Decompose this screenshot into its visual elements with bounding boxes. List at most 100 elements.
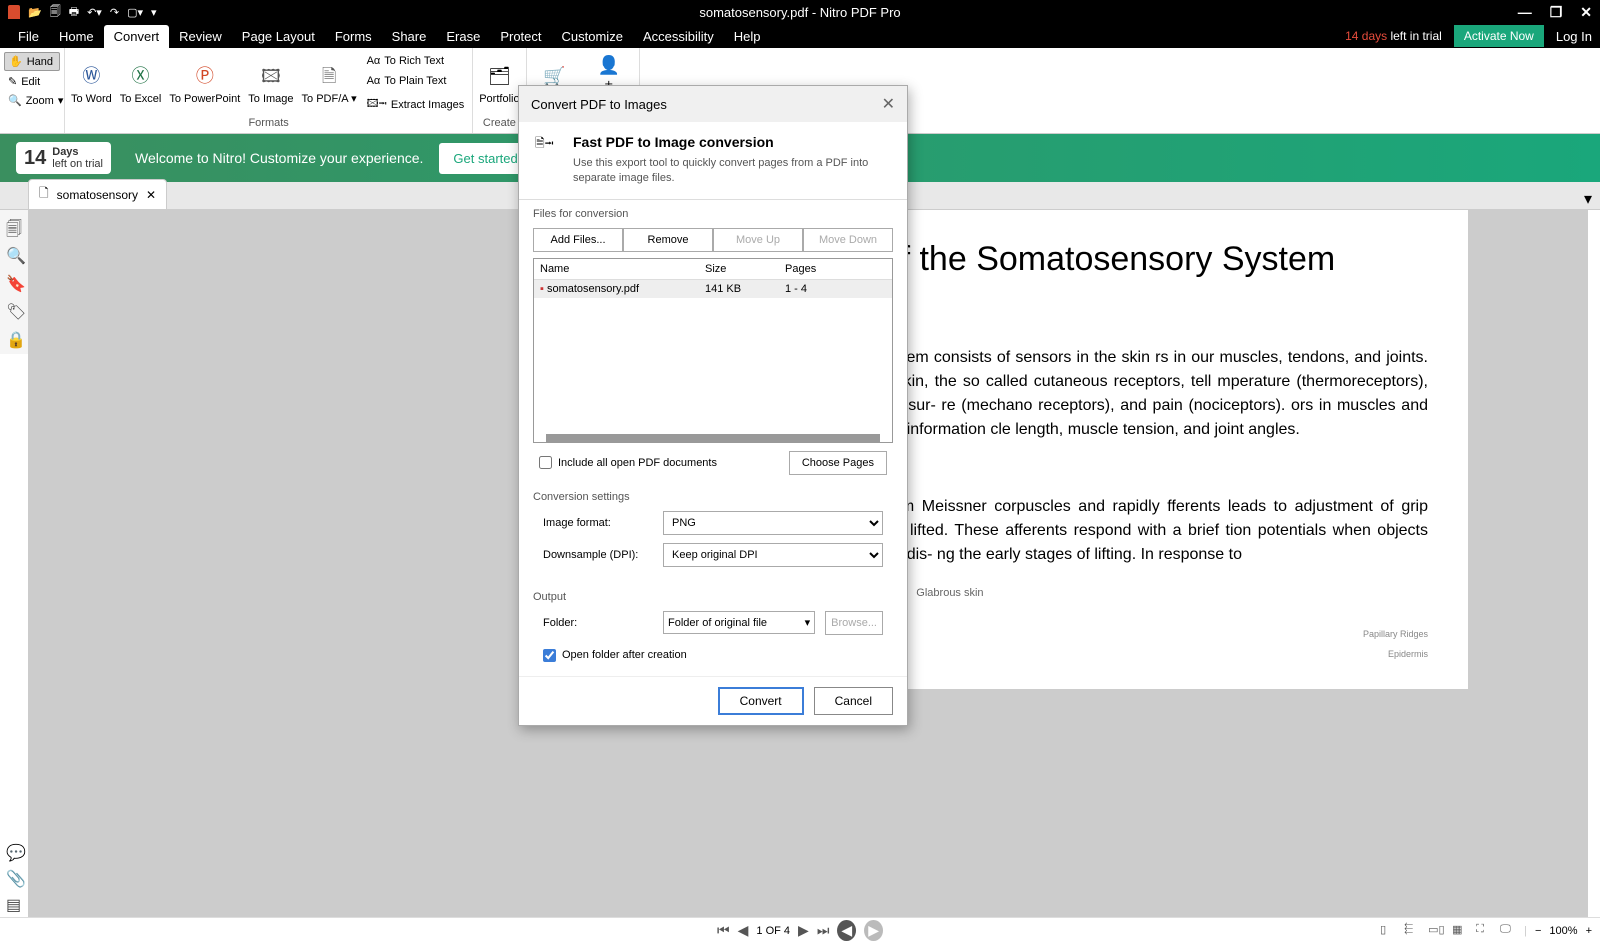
page-indicator[interactable]: 1 OF 4	[756, 925, 790, 937]
tags-panel-icon[interactable]: 🏷	[6, 302, 22, 318]
dpi-label: Downsample (DPI):	[543, 549, 653, 561]
document-icon: 🗋	[39, 184, 49, 205]
prev-page-icon[interactable]: ◀	[738, 922, 749, 939]
add-files-button[interactable]: Add Files...	[533, 228, 623, 252]
menu-protect[interactable]: Protect	[490, 25, 551, 48]
activate-now-button[interactable]: Activate Now	[1454, 25, 1544, 47]
zoom-tool[interactable]: 🔍Zoom▾	[4, 92, 60, 109]
folder-combo[interactable]: Folder of original file▾	[663, 611, 815, 634]
column-pages[interactable]: Pages	[779, 259, 892, 279]
close-icon[interactable]: ✕	[1580, 4, 1592, 21]
file-list[interactable]: Name Size Pages ▪ somatosensory.pdf 141 …	[533, 258, 893, 443]
file-row[interactable]: ▪ somatosensory.pdf 141 KB 1 - 4	[534, 280, 892, 298]
ribbon-group-label: Create	[483, 117, 516, 129]
quick-access-toolbar: 📂 🗐 🖶 ↶▾ ↷ ▢▾ ▾	[8, 3, 157, 22]
menu-erase[interactable]: Erase	[436, 25, 490, 48]
menu-convert[interactable]: Convert	[104, 25, 170, 48]
document-tab[interactable]: 🗋 somatosensory ✕	[28, 179, 167, 209]
restore-icon[interactable]: ❐	[1550, 4, 1563, 21]
to-image-button[interactable]: 🖾 To Image	[248, 63, 293, 106]
dialog-close-icon[interactable]: ✕	[882, 94, 895, 114]
tabstrip-dropdown-icon[interactable]: ▾	[1576, 189, 1600, 209]
browse-button[interactable]: Browse...	[825, 611, 883, 635]
layers-panel-icon[interactable]: ▤	[6, 895, 22, 911]
dpi-select[interactable]: Keep original DPI	[663, 543, 883, 567]
menu-accessibility[interactable]: Accessibility	[633, 25, 724, 48]
output-section: Output Folder: Folder of original file▾ …	[519, 583, 907, 676]
undo-icon[interactable]: ↶▾	[87, 6, 102, 19]
qat-dropdown-icon[interactable]: ▢▾	[127, 6, 143, 19]
attachments-panel-icon[interactable]: 📎	[6, 869, 22, 885]
zoom-in-button[interactable]: +	[1586, 925, 1592, 937]
column-name[interactable]: Name	[534, 259, 699, 279]
menu-forms[interactable]: Forms	[325, 25, 382, 48]
fullscreen-icon[interactable]: ⛶	[1476, 923, 1492, 939]
qat-overflow-icon[interactable]: ▾	[151, 6, 157, 19]
choose-pages-button[interactable]: Choose Pages	[789, 451, 887, 475]
menu-help[interactable]: Help	[724, 25, 771, 48]
image-format-select[interactable]: PNG	[663, 511, 883, 535]
to-rich-text-button[interactable]: AαTo Rich Text	[365, 53, 467, 69]
search-panel-icon[interactable]: 🔍	[6, 246, 22, 262]
dialog-titlebar: Convert PDF to Images ✕	[519, 86, 907, 122]
back-nav-icon[interactable]: ◀	[837, 920, 856, 941]
last-page-icon[interactable]: ⏭	[817, 922, 830, 939]
menu-customize[interactable]: Customize	[552, 25, 633, 48]
portfolio-button[interactable]: 🗂 Portfolio	[479, 63, 519, 106]
chevron-down-icon: ▾	[805, 616, 811, 629]
to-plain-text-button[interactable]: AαTo Plain Text	[365, 73, 467, 89]
print-icon[interactable]: 🖶	[69, 3, 79, 22]
convert-button[interactable]: Convert	[718, 687, 804, 715]
comments-panel-icon[interactable]: 💬	[6, 843, 22, 859]
zoom-out-button[interactable]: −	[1535, 925, 1541, 937]
menu-file[interactable]: File	[8, 25, 49, 48]
pages-panel-icon[interactable]: 🗐	[6, 218, 22, 234]
forward-nav-icon[interactable]: ▶	[864, 920, 883, 941]
section-label: Output	[533, 591, 893, 603]
save-icon[interactable]: 🗐	[50, 3, 61, 22]
zoom-level[interactable]: 100%	[1549, 925, 1577, 937]
to-word-button[interactable]: Ⓦ To Word	[71, 63, 112, 106]
hand-tool[interactable]: ✋Hand	[4, 52, 60, 71]
facing-continuous-icon[interactable]: ▦	[1452, 923, 1468, 939]
first-page-icon[interactable]: ⏮	[717, 922, 730, 939]
excel-icon: Ⓧ	[127, 63, 155, 91]
login-button[interactable]: Log In	[1556, 29, 1592, 44]
next-page-icon[interactable]: ▶	[798, 922, 809, 939]
menu-share[interactable]: Share	[382, 25, 437, 48]
file-list-scrollbar[interactable]	[546, 434, 880, 442]
menu-review[interactable]: Review	[169, 25, 232, 48]
to-powerpoint-button[interactable]: Ⓟ To PowerPoint	[169, 63, 240, 106]
to-excel-button[interactable]: Ⓧ To Excel	[120, 63, 162, 106]
tab-close-icon[interactable]: ✕	[146, 188, 156, 202]
powerpoint-icon: Ⓟ	[191, 63, 219, 91]
window-controls: — ❐ ✕	[1518, 4, 1592, 21]
hand-icon: ✋	[9, 55, 23, 68]
remove-file-button[interactable]: Remove	[623, 228, 713, 252]
column-size[interactable]: Size	[699, 259, 779, 279]
to-pdfa-button[interactable]: 🗎 To PDF/A ▾	[302, 63, 357, 106]
redo-icon[interactable]: ↷	[110, 6, 119, 19]
menu-home[interactable]: Home	[49, 25, 104, 48]
continuous-icon[interactable]: ⬱	[1404, 923, 1420, 939]
status-bar: ⏮ ◀ 1 OF 4 ▶ ⏭ ◀ ▶ ▯ ⬱ ▭▯ ▦ ⛶ 🖵 | − 100%…	[0, 917, 1600, 943]
facing-icon[interactable]: ▭▯	[1428, 923, 1444, 939]
edit-tool[interactable]: ✎Edit	[4, 73, 60, 90]
minimize-icon[interactable]: —	[1518, 4, 1532, 21]
bookmarks-panel-icon[interactable]: 🔖	[6, 274, 22, 290]
move-down-button[interactable]: Move Down	[803, 228, 893, 252]
image-icon: 🖾	[257, 63, 285, 91]
open-folder-checkbox[interactable]: Open folder after creation	[533, 643, 893, 668]
extract-images-button[interactable]: 🖾⭲Extract Images	[365, 93, 467, 116]
presentation-icon[interactable]: 🖵	[1500, 923, 1516, 939]
cancel-button[interactable]: Cancel	[814, 687, 893, 715]
open-icon[interactable]: 📂	[28, 6, 42, 19]
include-all-checkbox-input[interactable]	[539, 456, 552, 469]
include-all-checkbox[interactable]: Include all open PDF documents	[539, 456, 717, 469]
menu-page-layout[interactable]: Page Layout	[232, 25, 325, 48]
security-panel-icon[interactable]: 🔒	[6, 330, 22, 346]
move-up-button[interactable]: Move Up	[713, 228, 803, 252]
single-page-icon[interactable]: ▯	[1380, 923, 1396, 939]
open-folder-checkbox-input[interactable]	[543, 649, 556, 662]
folder-label: Folder:	[543, 617, 653, 629]
